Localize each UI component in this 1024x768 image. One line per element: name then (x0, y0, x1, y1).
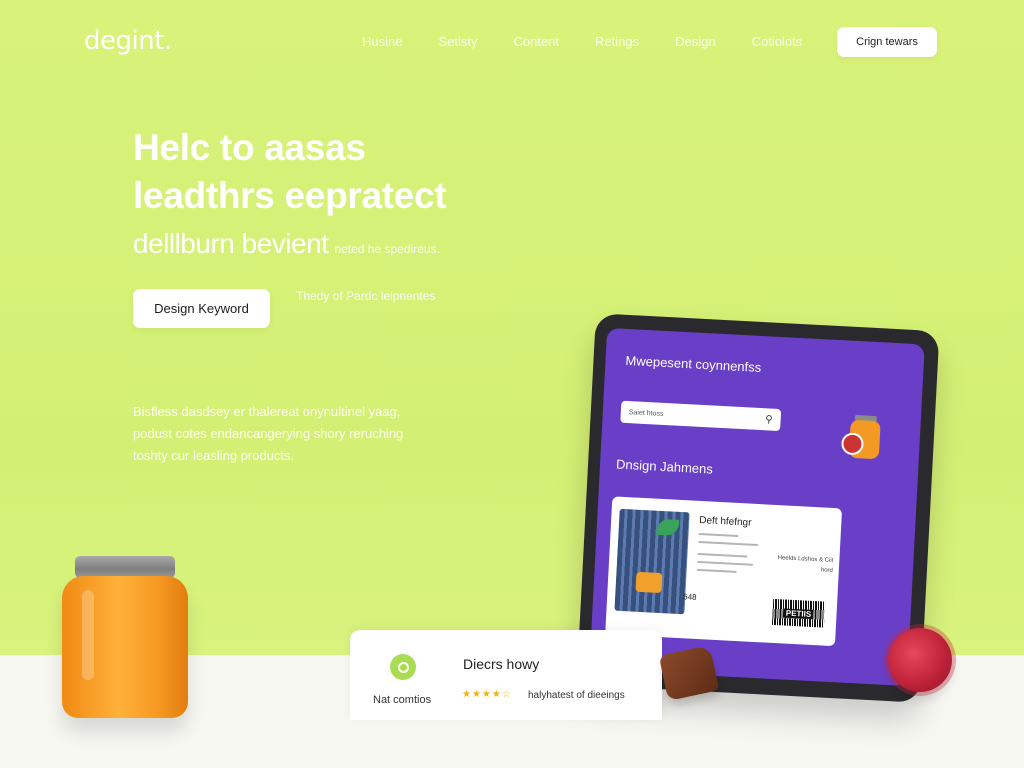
star-rating: ★★★★☆ (462, 689, 512, 700)
rating-card-title: Diecrs howy (463, 656, 540, 672)
nav-item-content[interactable]: Content (513, 34, 559, 49)
jar-shine (82, 590, 94, 680)
header-cta-button[interactable]: Crign tewars (837, 27, 937, 57)
mini-jar-image (840, 414, 887, 465)
product-side-text: Heelds Ldshos & Ciit hord (777, 555, 834, 574)
hero-subtitle: delllburn bevient neted he spedireus. (133, 228, 440, 260)
rating-card-left-label: Nat comtios (373, 694, 432, 706)
logo[interactable]: degint. (84, 26, 172, 56)
product-card[interactable]: Deft hfefngr Heelds Ldshos & Ciit hord 5… (605, 496, 843, 647)
product-text-line (698, 540, 759, 547)
main-nav: Husine Setisty Content Retings Design Co… (362, 34, 838, 49)
hero-subtitle-note: neted he spedireus. (334, 242, 440, 256)
fruit-shape (635, 571, 663, 594)
nav-item-husine[interactable]: Husine (362, 34, 402, 49)
hero-subtitle-main: delllburn bevient (133, 228, 329, 259)
barcode: PETIIS (771, 598, 826, 628)
product-text-line (696, 568, 737, 573)
rambutan-image (888, 628, 952, 692)
nav-item-retings[interactable]: Retings (595, 34, 639, 49)
nav-item-setisty[interactable]: Setisty (438, 34, 477, 49)
rating-card[interactable]: Diecrs howy Nat comtios ★★★★☆ halyhatest… (350, 630, 662, 720)
product-price: 548 (683, 592, 697, 602)
tablet-section-title: Dnsign Jahmens (615, 456, 714, 477)
leaf-shape (656, 518, 680, 536)
product-text-line (697, 552, 748, 558)
design-keyword-button[interactable]: Design Keyword (133, 289, 270, 328)
product-title: Deft hfefngr (698, 514, 752, 529)
jar-lid (75, 556, 175, 578)
product-text-line (698, 532, 739, 538)
barcode-label: PETIIS (783, 608, 814, 619)
tablet-search-input[interactable]: Saiet htoss ⚲ (620, 400, 782, 432)
tablet-header: Mwepesent coynnenfss (625, 352, 762, 375)
jar-body (62, 576, 188, 718)
hero-title-line-1: Helc to aasas (133, 127, 366, 168)
hero-paragraph: Bisfless dasdsey er thalereat onynultine… (133, 404, 404, 463)
tablet-search-placeholder: Saiet htoss (628, 408, 664, 418)
hero-title: Helc to aasas leadthrs eepratect (133, 124, 447, 220)
nav-item-design[interactable]: Design (675, 34, 715, 49)
hero-title-line-2: leadthrs eepratect (133, 175, 447, 216)
hero-side-note: Thedy of Pardc lelpnentes (296, 289, 436, 303)
product-text-line (697, 560, 754, 566)
clock-icon (390, 654, 416, 680)
search-icon[interactable]: ⚲ (765, 414, 773, 425)
product-image (614, 508, 690, 615)
rating-card-right-label: halyhatest of dieeings (528, 690, 625, 701)
honey-jar-image (60, 556, 190, 720)
nav-item-cotiolots[interactable]: Cotiolots (752, 34, 803, 49)
